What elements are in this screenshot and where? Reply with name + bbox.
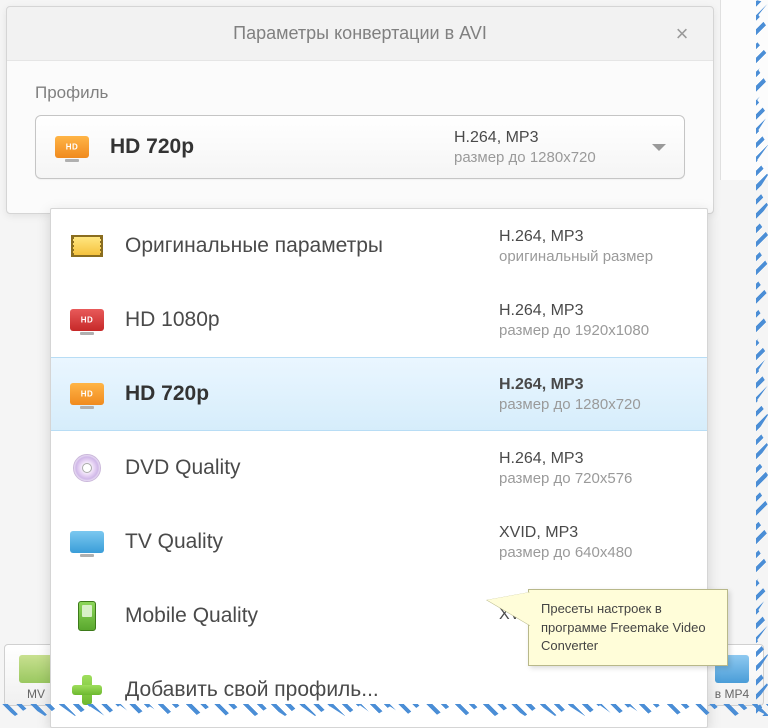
selected-codec: H.264, MP3 — [454, 129, 644, 147]
option-dvd[interactable]: DVD Quality H.264, MP3 размер до 720x576 — [51, 431, 707, 505]
option-label: HD 720p — [125, 382, 499, 406]
conversion-dialog: Параметры конвертации в AVI × Профиль HD… — [6, 6, 714, 214]
monitor-hd-icon: HD — [69, 306, 105, 334]
chevron-down-icon — [652, 144, 666, 151]
selected-meta: H.264, MP3 размер до 1280x720 — [454, 129, 644, 166]
plus-icon — [69, 676, 105, 704]
option-tv[interactable]: TV Quality XVID, MP3 размер до 640x480 — [51, 505, 707, 579]
dialog-title: Параметры конвертации в AVI — [233, 23, 487, 44]
option-size: размер до 640x480 — [499, 544, 689, 561]
disc-icon — [69, 454, 105, 482]
option-original[interactable]: Оригинальные параметры H.264, MP3 оригин… — [51, 209, 707, 283]
option-size: оригинальный размер — [499, 248, 689, 265]
monitor-hd-icon: HD — [54, 133, 90, 161]
callout-text: Пресеты настроек в программе Freemake Vi… — [541, 601, 706, 652]
phone-icon — [69, 602, 105, 630]
profile-label: Профиль — [35, 83, 685, 103]
option-label: Оригинальные параметры — [125, 234, 499, 258]
option-size: размер до 720x576 — [499, 470, 689, 487]
option-720p[interactable]: HD HD 720p H.264, MP3 размер до 1280x720 — [51, 357, 707, 431]
annotation-callout: Пресеты настроек в программе Freemake Vi… — [528, 589, 728, 666]
option-label: TV Quality — [125, 530, 499, 554]
option-codec: H.264, MP3 — [499, 450, 689, 468]
option-size: размер до 1920x1080 — [499, 322, 689, 339]
option-label: DVD Quality — [125, 456, 499, 480]
dialog-header: Параметры конвертации в AVI × — [7, 7, 713, 61]
add-profile-label: Добавить свой профиль... — [125, 678, 689, 702]
option-codec: H.264, MP3 — [499, 376, 689, 394]
background-panel — [720, 0, 768, 180]
option-codec: H.264, MP3 — [499, 228, 689, 246]
option-codec: XVID, MP3 — [499, 524, 689, 542]
selected-label: HD 720p — [110, 135, 454, 159]
option-label: HD 1080p — [125, 308, 499, 332]
callout-tail — [487, 592, 531, 626]
format-mp4-label: в MP4 — [715, 687, 749, 701]
option-codec: H.264, MP3 — [499, 302, 689, 320]
option-size: размер до 1280x720 — [499, 396, 689, 413]
selected-size: размер до 1280x720 — [454, 149, 644, 166]
format-left-label: MV — [27, 687, 45, 701]
profile-select[interactable]: HD HD 720p H.264, MP3 размер до 1280x720 — [35, 115, 685, 179]
filmstrip-icon — [69, 232, 105, 260]
option-1080p[interactable]: HD HD 1080p H.264, MP3 размер до 1920x10… — [51, 283, 707, 357]
dialog-body: Профиль HD HD 720p H.264, MP3 размер до … — [7, 61, 713, 213]
option-label: Mobile Quality — [125, 604, 499, 628]
monitor-icon — [69, 528, 105, 556]
monitor-hd-icon: HD — [69, 380, 105, 408]
close-button[interactable]: × — [669, 21, 695, 47]
format-icon — [19, 655, 53, 683]
